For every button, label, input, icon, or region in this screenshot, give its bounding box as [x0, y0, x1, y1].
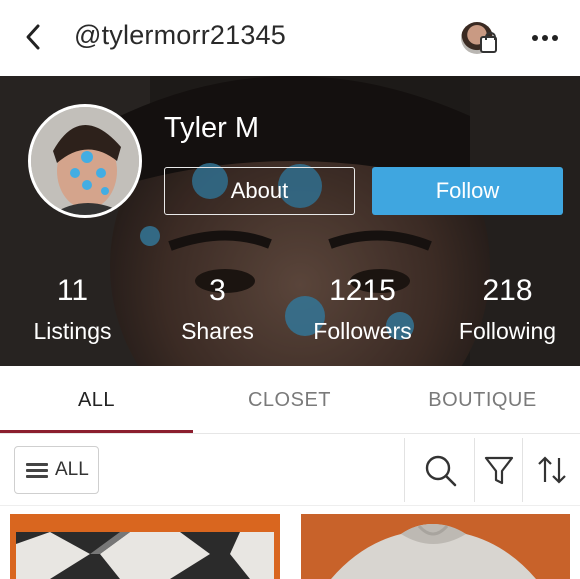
chevron-left-icon	[26, 24, 40, 50]
category-filter-button[interactable]: ALL	[14, 446, 99, 494]
stat-following[interactable]: 218 Following	[435, 274, 580, 348]
profile-cover: Tyler M About Follow 11 Listings 3 Share…	[0, 76, 580, 366]
back-button[interactable]	[16, 20, 50, 54]
profile-name: Tyler M	[164, 112, 260, 144]
toolbar-divider	[404, 438, 405, 502]
listing-card[interactable]	[10, 514, 280, 579]
listing-card[interactable]	[301, 514, 570, 579]
top-navigation-bar: @tylermorr21345	[0, 0, 580, 76]
more-dots-icon	[532, 35, 558, 41]
category-filter-label: ALL	[55, 459, 89, 480]
filter-button[interactable]	[477, 448, 521, 492]
active-tab-indicator	[0, 430, 193, 433]
stat-shares[interactable]: 3 Shares	[145, 274, 290, 348]
listing-image	[301, 514, 570, 579]
stat-value: 11	[56, 274, 89, 307]
stat-label: Shares	[181, 318, 254, 344]
shopping-bag-icon	[480, 32, 497, 53]
more-options-button[interactable]	[528, 26, 562, 50]
toolbar-divider	[522, 438, 523, 502]
about-button[interactable]: About	[164, 167, 355, 215]
stat-label: Listings	[33, 318, 112, 344]
menu-lines-icon	[26, 462, 48, 478]
tab-closet[interactable]: CLOSET	[193, 366, 386, 434]
sort-button[interactable]	[530, 448, 574, 492]
filter-icon	[484, 456, 514, 485]
stat-value: 1215	[329, 274, 396, 307]
tab-boutique[interactable]: BOUTIQUE	[386, 366, 579, 434]
tab-all[interactable]: ALL	[0, 366, 193, 434]
sort-icon	[538, 456, 566, 484]
closet-tabs: ALL CLOSET BOUTIQUE	[0, 366, 580, 434]
stat-label: Following	[458, 318, 557, 344]
profile-avatar[interactable]	[28, 104, 142, 218]
toolbar-divider	[474, 438, 475, 502]
stat-label: Followers	[313, 318, 412, 344]
avatar-photo	[31, 107, 139, 215]
search-button[interactable]	[418, 448, 462, 492]
stat-listings[interactable]: 11 Listings	[0, 274, 145, 348]
stat-followers[interactable]: 1215 Followers	[290, 274, 435, 348]
listing-image	[10, 514, 280, 579]
stat-value: 3	[209, 274, 226, 307]
follow-button[interactable]: Follow	[372, 167, 563, 215]
filter-toolbar: ALL	[0, 434, 580, 506]
stat-value: 218	[482, 274, 533, 307]
search-icon	[425, 455, 457, 487]
profile-handle: @tylermorr21345	[74, 20, 286, 50]
